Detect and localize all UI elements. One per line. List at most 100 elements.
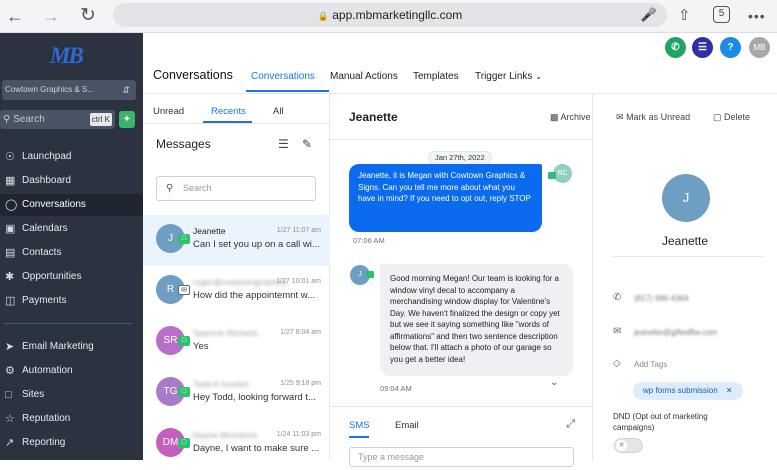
sidebar-item-label: Dashboard (22, 175, 71, 186)
message-preview: Yes (193, 341, 209, 352)
contact-avatar-large: J (662, 174, 710, 222)
dnd-toggle[interactable]: ✕ (614, 438, 643, 453)
filter-recents[interactable]: Recents (211, 106, 246, 117)
envelope-icon: ✉ (613, 326, 622, 337)
message-preview: Can I set you up on a call wi... (193, 239, 320, 250)
chat-panel: Jeanette ▩ Archive ✉ Mark as Unread ▢ De… (330, 94, 750, 467)
sidebar-item-launchpad[interactable]: ☉ Launchpad (0, 146, 143, 168)
arrow-left-icon[interactable]: ← (6, 5, 24, 27)
user-avatar[interactable]: MB (749, 37, 770, 58)
scroll-down-icon[interactable]: ⌄ (550, 377, 558, 388)
sidebar-item-reporting[interactable]: ↗ Reporting (0, 432, 143, 454)
bolt-icon: ✦ (122, 114, 132, 125)
url-text: app.mbmarketingllc.com (332, 8, 463, 22)
list-item[interactable]: J □ Jeanette 1/27 11:07 am Can I set you… (143, 215, 330, 266)
archive-label: Archive (560, 112, 591, 122)
arrow-right-icon[interactable]: → (42, 5, 60, 27)
sidebar-item-reputation[interactable]: ☆ Reputation (0, 408, 143, 430)
more-icon[interactable]: ••• (748, 5, 766, 27)
help-button[interactable]: ? (720, 37, 741, 58)
tab-manual-actions[interactable]: Manual Actions (330, 71, 398, 82)
sidebar-item-contacts[interactable]: ▤ Contacts (0, 242, 143, 264)
compose-icon[interactable]: ✎ (302, 137, 312, 151)
lock-icon: 🔒 (317, 11, 329, 21)
archive-icon: ▩ (550, 112, 559, 122)
filter-all[interactable]: All (273, 106, 284, 117)
contact-phone[interactable]: (817) 986-4364 (634, 294, 689, 303)
sites-icon: □ (5, 389, 12, 401)
contact-email[interactable]: jeanette@giftedftw.com (634, 328, 717, 337)
tag-label: wp forms submission (643, 386, 718, 395)
message-time: 1/27 10:01 am (276, 278, 321, 285)
list-item[interactable]: SR □ Spencer Richard... 1/27 8:04 am Yes (143, 317, 330, 368)
tab-trigger-links[interactable]: Trigger Links ⌄ (475, 71, 542, 82)
sidebar-item-email-marketing[interactable]: ➤ Email Marketing (0, 336, 143, 358)
messages-title: Messages (156, 137, 211, 151)
chevron-updown-icon: ⇵ (122, 85, 130, 95)
quick-action-button[interactable]: ✦ (119, 111, 135, 128)
tab-count-button[interactable]: 5 (713, 6, 730, 23)
message-search-input[interactable]: ⚲ Search (156, 176, 316, 201)
archive-button[interactable]: ▩ Archive (550, 112, 591, 123)
sidebar-item-label: Calendars (22, 223, 68, 234)
tasks-button[interactable]: ☰ (692, 37, 713, 58)
sidebar-item-conversations[interactable]: ◯ Conversations (0, 194, 143, 216)
sms-badge-icon: □ (178, 234, 190, 244)
tag-icon: ◇ (613, 358, 621, 369)
list-item[interactable]: R ✉ roger@cowtowngraphics 1/27 10:01 am … (143, 266, 330, 317)
tab-sms[interactable]: SMS (349, 420, 370, 431)
sidebar-item-label: Launchpad (22, 151, 72, 162)
sidebar-item-label: Payments (22, 295, 67, 306)
filter-unread[interactable]: Unread (153, 106, 184, 117)
filter-divider (143, 123, 330, 124)
sidebar-search[interactable]: ⚲ Search ctrl K (0, 110, 115, 129)
star-icon: ☆ (5, 413, 15, 425)
contact-name: Jeanette (193, 226, 226, 236)
phone-icon: ✆ (671, 42, 680, 53)
brand-logo[interactable]: MB (50, 43, 84, 69)
microphone-icon[interactable]: 🎤 (641, 3, 657, 27)
contact-tag[interactable]: wp forms submission ✕ (633, 382, 743, 400)
incoming-message: Good morning Megan! Our team is looking … (380, 264, 573, 376)
collapse-icon[interactable]: ⤢ (566, 418, 575, 431)
sidebar-item-payments[interactable]: ◫ Payments (0, 290, 143, 312)
contact-name: Todd A Gordon (193, 379, 250, 389)
contact-name: Spencer Richard... (193, 328, 264, 338)
sidebar-item-sites[interactable]: □ Sites (0, 384, 143, 406)
list-item[interactable]: TG □ Todd A Gordon 1/25 9:18 pm Hey Todd… (143, 368, 330, 419)
address-bar[interactable]: 🔒 app.mbmarketingllc.com 🎤 (113, 3, 667, 27)
conversation-list-panel: Unread Recents All Messages ☰ ✎ ⚲ Search… (143, 94, 330, 460)
automation-icon: ⚙ (5, 365, 15, 377)
message-input[interactable]: Type a message (349, 447, 574, 467)
outgoing-time: 07:06 AM (353, 236, 385, 245)
help-icon: ? (727, 42, 734, 53)
page-header: Conversations Conversations Manual Actio… (143, 62, 777, 94)
phone-button[interactable]: ✆ (665, 37, 686, 58)
filter-sliders-icon[interactable]: ☰ (278, 137, 289, 151)
sidebar-item-label: Opportunities (22, 271, 82, 282)
search-icon: ⚲ (166, 183, 174, 194)
message-time: 1/27 11:07 am (276, 227, 321, 234)
reload-icon[interactable]: ↻ (80, 5, 96, 27)
email-badge-icon: ✉ (178, 285, 190, 295)
sidebar-item-automation[interactable]: ⚙ Automation (0, 360, 143, 382)
sidebar-item-opportunities[interactable]: ✱ Opportunities (0, 266, 143, 288)
chat-contact-name: Jeanette (349, 110, 398, 124)
close-icon[interactable]: ✕ (726, 386, 733, 395)
account-switcher[interactable]: Cowtown Graphics & S... ⇵ (2, 80, 136, 100)
active-tab-indicator (246, 90, 329, 92)
profile-divider (612, 256, 763, 257)
dashboard-icon: ▦ (5, 175, 16, 187)
sidebar-item-label: Contacts (22, 247, 62, 258)
sidebar-item-dashboard[interactable]: ▦ Dashboard (0, 170, 143, 192)
tab-templates[interactable]: Templates (413, 71, 459, 82)
tab-conversations[interactable]: Conversations (251, 71, 315, 82)
sidebar-item-calendars[interactable]: ▣ Calendars (0, 218, 143, 240)
tab-email[interactable]: Email (395, 420, 419, 431)
list-item[interactable]: DM □ Dayne Mcmahon 1/24 11:03 pm Dayne, … (143, 419, 330, 470)
add-tags-input[interactable]: Add Tags (634, 360, 667, 369)
sms-badge-icon (548, 172, 556, 179)
message-preview: Dayne, I want to make sure ... (193, 443, 320, 454)
sms-badge-icon (366, 271, 374, 278)
share-icon[interactable]: ⇧ (678, 5, 691, 27)
